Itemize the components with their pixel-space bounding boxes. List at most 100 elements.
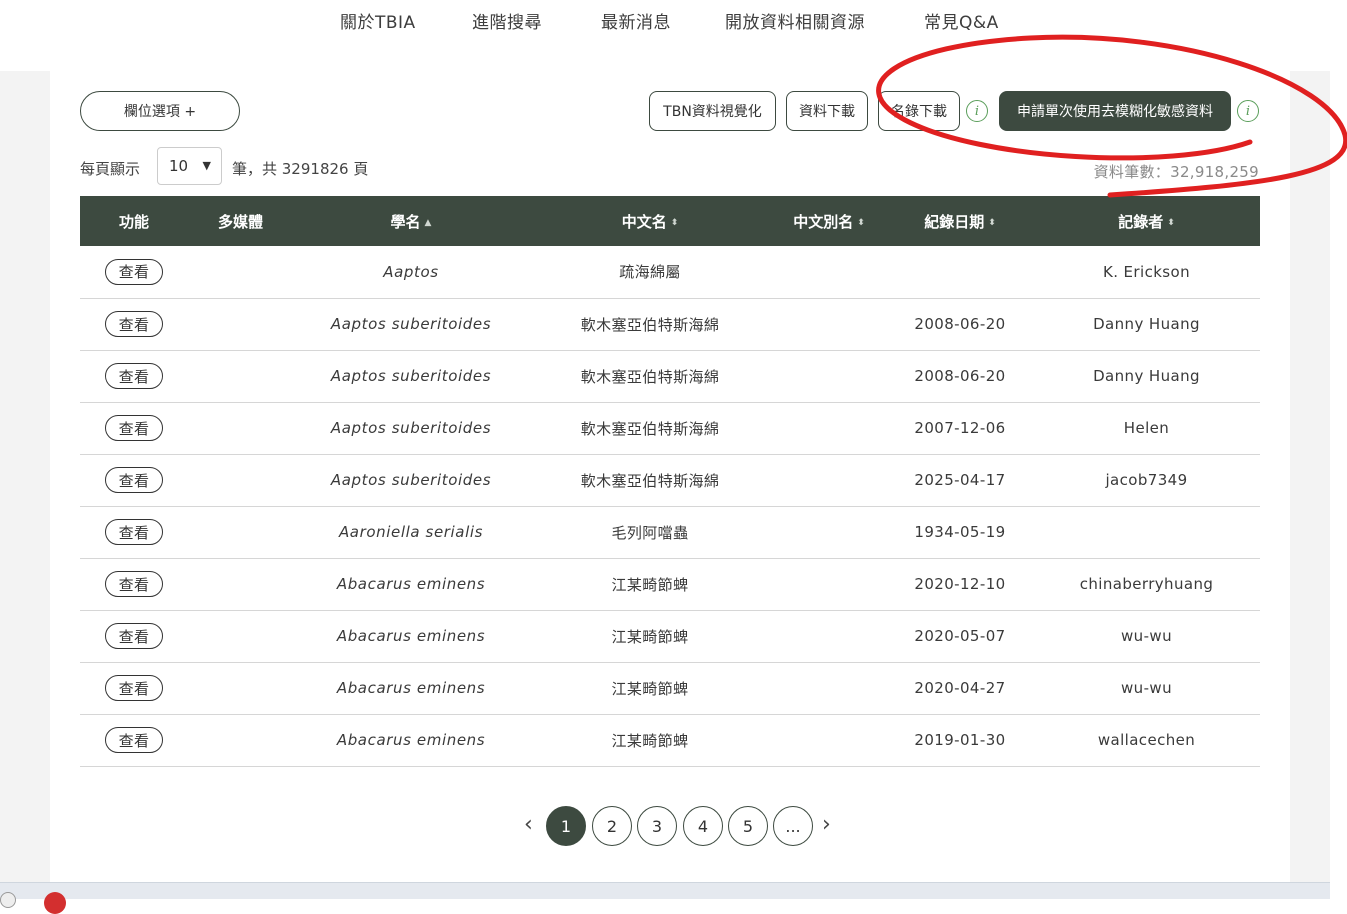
view-button[interactable]: 查看 — [105, 571, 163, 597]
scientific-name-cell: Abacarus eminens — [336, 627, 486, 645]
record-date-cell: 2008-06-20 — [914, 315, 1006, 333]
scientific-name-cell: Aaptos suberitoides — [330, 315, 492, 333]
scientific-name-cell: Abacarus eminens — [336, 731, 486, 749]
sort-icon[interactable]: ⬍ — [857, 218, 865, 228]
chevron-down-icon: ▼ — [202, 159, 211, 172]
media-cell — [188, 506, 293, 558]
recorder-cell: Helen — [1123, 419, 1170, 437]
chinese-name-cell: 軟木塞亞伯特斯海綿 — [580, 419, 720, 438]
scientific-name-cell: Abacarus eminens — [336, 575, 486, 593]
scientific-name-cell: Aaptos suberitoides — [330, 367, 492, 385]
nav-faq[interactable]: 常見Q&A — [924, 8, 999, 33]
list-download-button[interactable]: 名錄下載 — [878, 91, 960, 131]
col-header-chinese-alias[interactable]: 中文別名 ⬍ — [771, 196, 887, 246]
media-cell — [188, 610, 293, 662]
col-header-recorder[interactable]: 記錄者 ⬍ — [1033, 196, 1260, 246]
taskbar-icon — [0, 892, 16, 908]
page-button-5[interactable]: 5 — [728, 806, 768, 846]
chinese-alias-cell — [771, 558, 887, 610]
view-button[interactable]: 查看 — [105, 311, 163, 337]
sort-asc-icon[interactable]: ▲ — [425, 218, 432, 228]
table-row: 查看 Abacarus eminens 江某畸節蜱 2020-04-27 wu-wu — [80, 662, 1260, 714]
recorder-cell: K. Erickson — [1102, 262, 1191, 281]
page-button-4[interactable]: 4 — [683, 806, 723, 846]
nav-advanced-search[interactable]: 進階搜尋 — [472, 8, 542, 33]
nav-open-data-resources[interactable]: 開放資料相關資源 — [725, 8, 865, 33]
table-row: 查看 Aaroniella serialis 毛列阿噹蟲 1934-05-19 — [80, 506, 1260, 558]
prev-page-icon[interactable]: ‹ — [524, 812, 533, 837]
taskbar-app-icon — [44, 892, 66, 914]
view-button[interactable]: 查看 — [105, 623, 163, 649]
col-header-scientific-name[interactable]: 學名 ▲ — [293, 196, 529, 246]
table-row: 查看 Abacarus eminens 江某畸節蜱 2019-01-30 wallace… — [80, 714, 1260, 766]
record-date-cell: 2019-01-30 — [914, 731, 1006, 749]
chinese-name-cell: 江某畸節蜱 — [611, 679, 689, 698]
apply-sensitive-data-button[interactable]: 申請單次使用去模糊化敏感資料 — [999, 91, 1231, 131]
per-page-select[interactable]: 10 ▼ — [157, 147, 222, 185]
media-cell — [188, 402, 293, 454]
recorder-cell: Danny Huang — [1093, 367, 1200, 385]
media-cell — [188, 454, 293, 506]
chinese-alias-cell — [771, 350, 887, 402]
table-row: 查看 Abacarus eminens 江某畸節蜱 2020-12-10 chinabe… — [80, 558, 1260, 610]
top-nav: 關於TBIA 進階搜尋 最新消息 開放資料相關資源 常見Q&A — [0, 0, 1347, 42]
chinese-name-cell: 江某畸節蜱 — [611, 731, 689, 750]
page-count-text: 筆，共 3291826 頁 — [232, 160, 369, 178]
nav-about[interactable]: 關於TBIA — [340, 8, 416, 33]
table-row: 查看 Aaptos suberitoides 軟木塞亞伯特斯海綿 2007-12-06… — [80, 402, 1260, 454]
data-download-button[interactable]: 資料下載 — [786, 91, 868, 131]
view-button[interactable]: 查看 — [105, 727, 163, 753]
sort-icon[interactable]: ⬍ — [671, 218, 679, 228]
media-cell — [188, 298, 293, 350]
recorder-cell — [1033, 506, 1260, 558]
next-page-icon[interactable]: › — [822, 812, 831, 837]
col-header-chinese-name[interactable]: 中文名 ⬍ — [529, 196, 771, 246]
sort-icon[interactable]: ⬍ — [1167, 218, 1175, 228]
scientific-name-cell: Aaptos suberitoides — [330, 471, 492, 489]
left-gutter — [0, 71, 50, 883]
info-icon[interactable]: i — [966, 100, 988, 122]
chinese-alias-cell — [771, 246, 887, 298]
chinese-alias-cell — [771, 402, 887, 454]
view-button[interactable]: 查看 — [105, 415, 163, 441]
chinese-alias-cell — [771, 454, 887, 506]
view-button[interactable]: 查看 — [105, 675, 163, 701]
column-options-button[interactable]: 欄位選項 + — [80, 91, 240, 131]
page-button-1[interactable]: 1 — [546, 806, 586, 846]
table-row: 查看 Aaptos 疏海綿屬 K. Erickson — [80, 246, 1260, 298]
view-cell: 查看 — [80, 506, 188, 558]
record-date-cell: 2020-05-07 — [914, 627, 1006, 645]
view-cell: 查看 — [80, 558, 188, 610]
recorder-cell: wu-wu — [1121, 679, 1172, 697]
view-button[interactable]: 查看 — [105, 258, 163, 285]
chinese-name-cell: 軟木塞亞伯特斯海綿 — [580, 471, 720, 490]
right-gutter — [1290, 71, 1330, 883]
view-cell: 查看 — [80, 350, 188, 402]
scientific-name-cell: Aaptos — [383, 262, 439, 281]
chinese-alias-cell — [771, 610, 887, 662]
page-button-3[interactable]: 3 — [637, 806, 677, 846]
table-header-row: 功能 多媒體 學名 ▲ 中文名 ⬍ 中文別名 ⬍ 紀錄日期 ⬍ 記錄者 ⬍ — [80, 196, 1260, 246]
view-button[interactable]: 查看 — [105, 519, 163, 545]
page-button-2[interactable]: 2 — [592, 806, 632, 846]
record-date-cell: 2020-12-10 — [914, 575, 1006, 593]
view-button[interactable]: 查看 — [105, 467, 163, 493]
info-icon[interactable]: i — [1237, 100, 1259, 122]
media-cell — [188, 714, 293, 766]
record-date-cell: 2020-04-27 — [914, 679, 1006, 697]
view-button[interactable]: 查看 — [105, 363, 163, 389]
results-table: 功能 多媒體 學名 ▲ 中文名 ⬍ 中文別名 ⬍ 紀錄日期 ⬍ 記錄者 ⬍ 查看 Aapto… — [80, 196, 1260, 767]
table-row: 查看 Aaptos suberitoides 軟木塞亞伯特斯海綿 2008-06-20… — [80, 298, 1260, 350]
tbn-visualization-button[interactable]: TBN資料視覺化 — [649, 91, 776, 131]
chinese-name-cell: 疏海綿屬 — [619, 263, 681, 282]
recorder-cell: chinaberryhuang — [1079, 575, 1214, 593]
total-records: 資料筆數：32,918,259 — [1093, 163, 1259, 181]
col-header-record-date[interactable]: 紀錄日期 ⬍ — [887, 196, 1033, 246]
page-ellipsis-button[interactable]: ... — [773, 806, 813, 846]
table-body: 查看 Aaptos 疏海綿屬 K. Erickson 查看 Aaptos suberito… — [80, 246, 1260, 766]
nav-news[interactable]: 最新消息 — [601, 8, 671, 33]
chinese-alias-cell — [771, 506, 887, 558]
chinese-alias-cell — [771, 662, 887, 714]
chinese-name-cell: 軟木塞亞伯特斯海綿 — [580, 315, 720, 334]
sort-icon[interactable]: ⬍ — [988, 218, 996, 228]
